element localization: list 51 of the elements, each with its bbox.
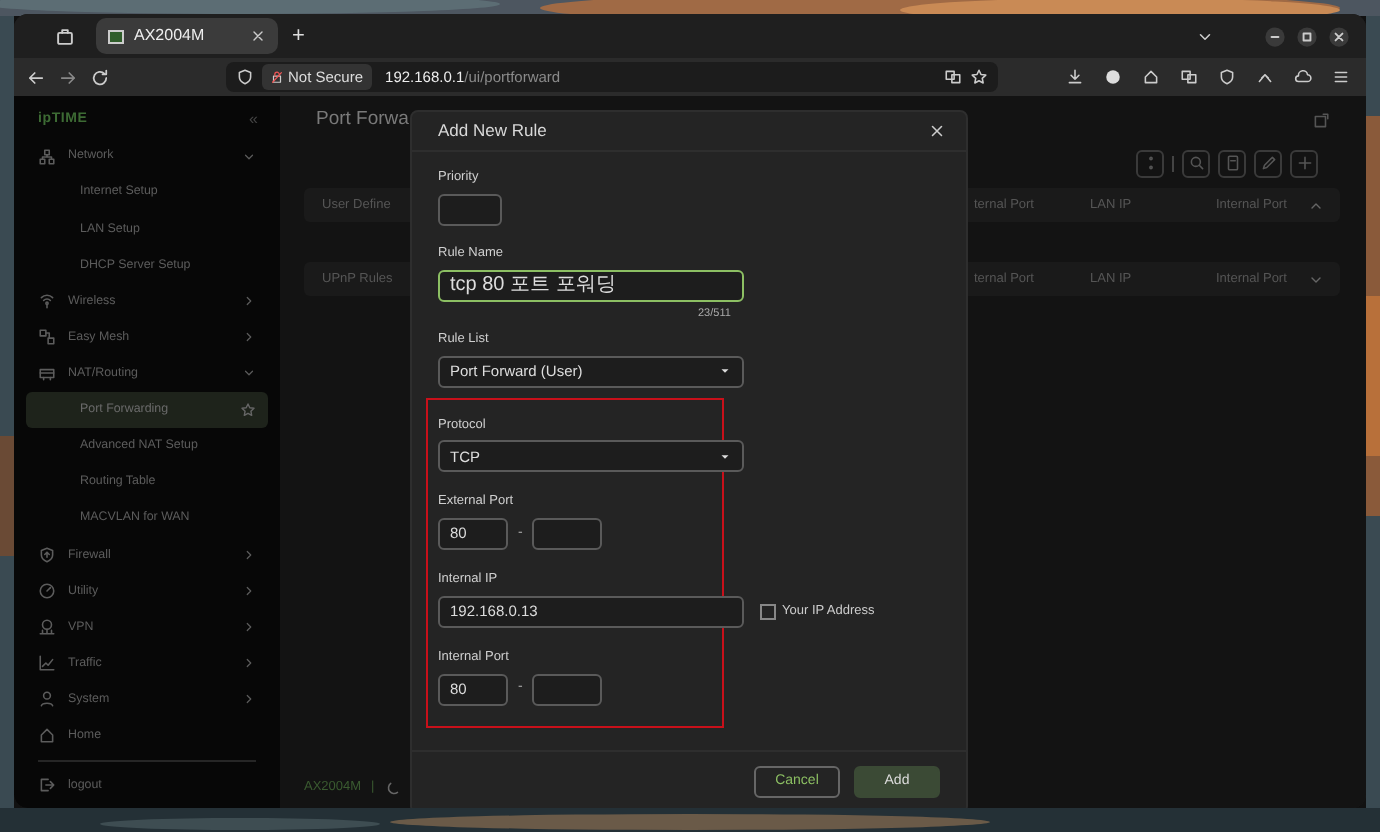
home-icon — [38, 726, 56, 745]
close-icon[interactable] — [1328, 25, 1350, 47]
chart-icon — [38, 654, 56, 673]
maximize-icon[interactable] — [1296, 25, 1318, 47]
add-icon — [1295, 154, 1313, 172]
browser-tab[interactable]: AX2004M — [96, 18, 278, 54]
back-icon[interactable] — [26, 67, 46, 87]
edit-icon — [1259, 154, 1277, 172]
collapse-button[interactable]: « — [249, 108, 258, 133]
input-field[interactable] — [532, 673, 603, 705]
caret-icon — [718, 364, 732, 378]
close-icon[interactable] — [928, 122, 946, 140]
gauge-icon — [38, 581, 56, 600]
document-button[interactable] — [1218, 149, 1246, 177]
new-tab-button[interactable]: + — [292, 19, 305, 53]
download-icon[interactable] — [1066, 68, 1084, 86]
shield-icon — [236, 68, 254, 86]
dialog-title: Add New Rule — [438, 118, 547, 144]
lock-icon — [270, 70, 284, 84]
tab-title: AX2004M — [134, 24, 205, 48]
extension-icon[interactable] — [1180, 68, 1198, 86]
checkbox[interactable] — [760, 603, 776, 620]
search-icon — [1187, 154, 1205, 172]
translate-icon[interactable] — [944, 68, 962, 86]
input-field[interactable]: tcp 80 포트 포워딩 — [438, 269, 744, 301]
router-icon — [38, 364, 56, 383]
shield-icon[interactable] — [1218, 68, 1236, 86]
cloud-icon[interactable] — [1294, 68, 1312, 86]
mesh-icon — [38, 328, 56, 347]
star-icon[interactable] — [240, 401, 256, 418]
network-icon — [38, 147, 56, 165]
page-title: Port Forwa — [316, 105, 409, 134]
caret-icon — [718, 449, 732, 464]
shield-icon — [38, 545, 56, 564]
forward-icon[interactable] — [58, 67, 78, 87]
circle-icon[interactable] — [1104, 68, 1122, 86]
close-icon[interactable] — [250, 28, 266, 44]
minimize-icon[interactable] — [1264, 25, 1286, 47]
search-button[interactable] — [1182, 149, 1210, 177]
reload-icon[interactable] — [90, 67, 110, 87]
user-icon — [38, 690, 56, 709]
favicon-icon — [108, 29, 124, 43]
wifi-icon — [38, 291, 56, 310]
menu-icon[interactable] — [1332, 68, 1350, 86]
input-field[interactable] — [438, 193, 502, 226]
document-icon — [1223, 154, 1241, 172]
logout-icon — [38, 776, 56, 795]
toolbox-icon[interactable] — [54, 25, 76, 47]
edit-button[interactable] — [1254, 149, 1282, 177]
export-icon[interactable] — [1312, 111, 1330, 129]
input-field[interactable] — [532, 518, 603, 550]
